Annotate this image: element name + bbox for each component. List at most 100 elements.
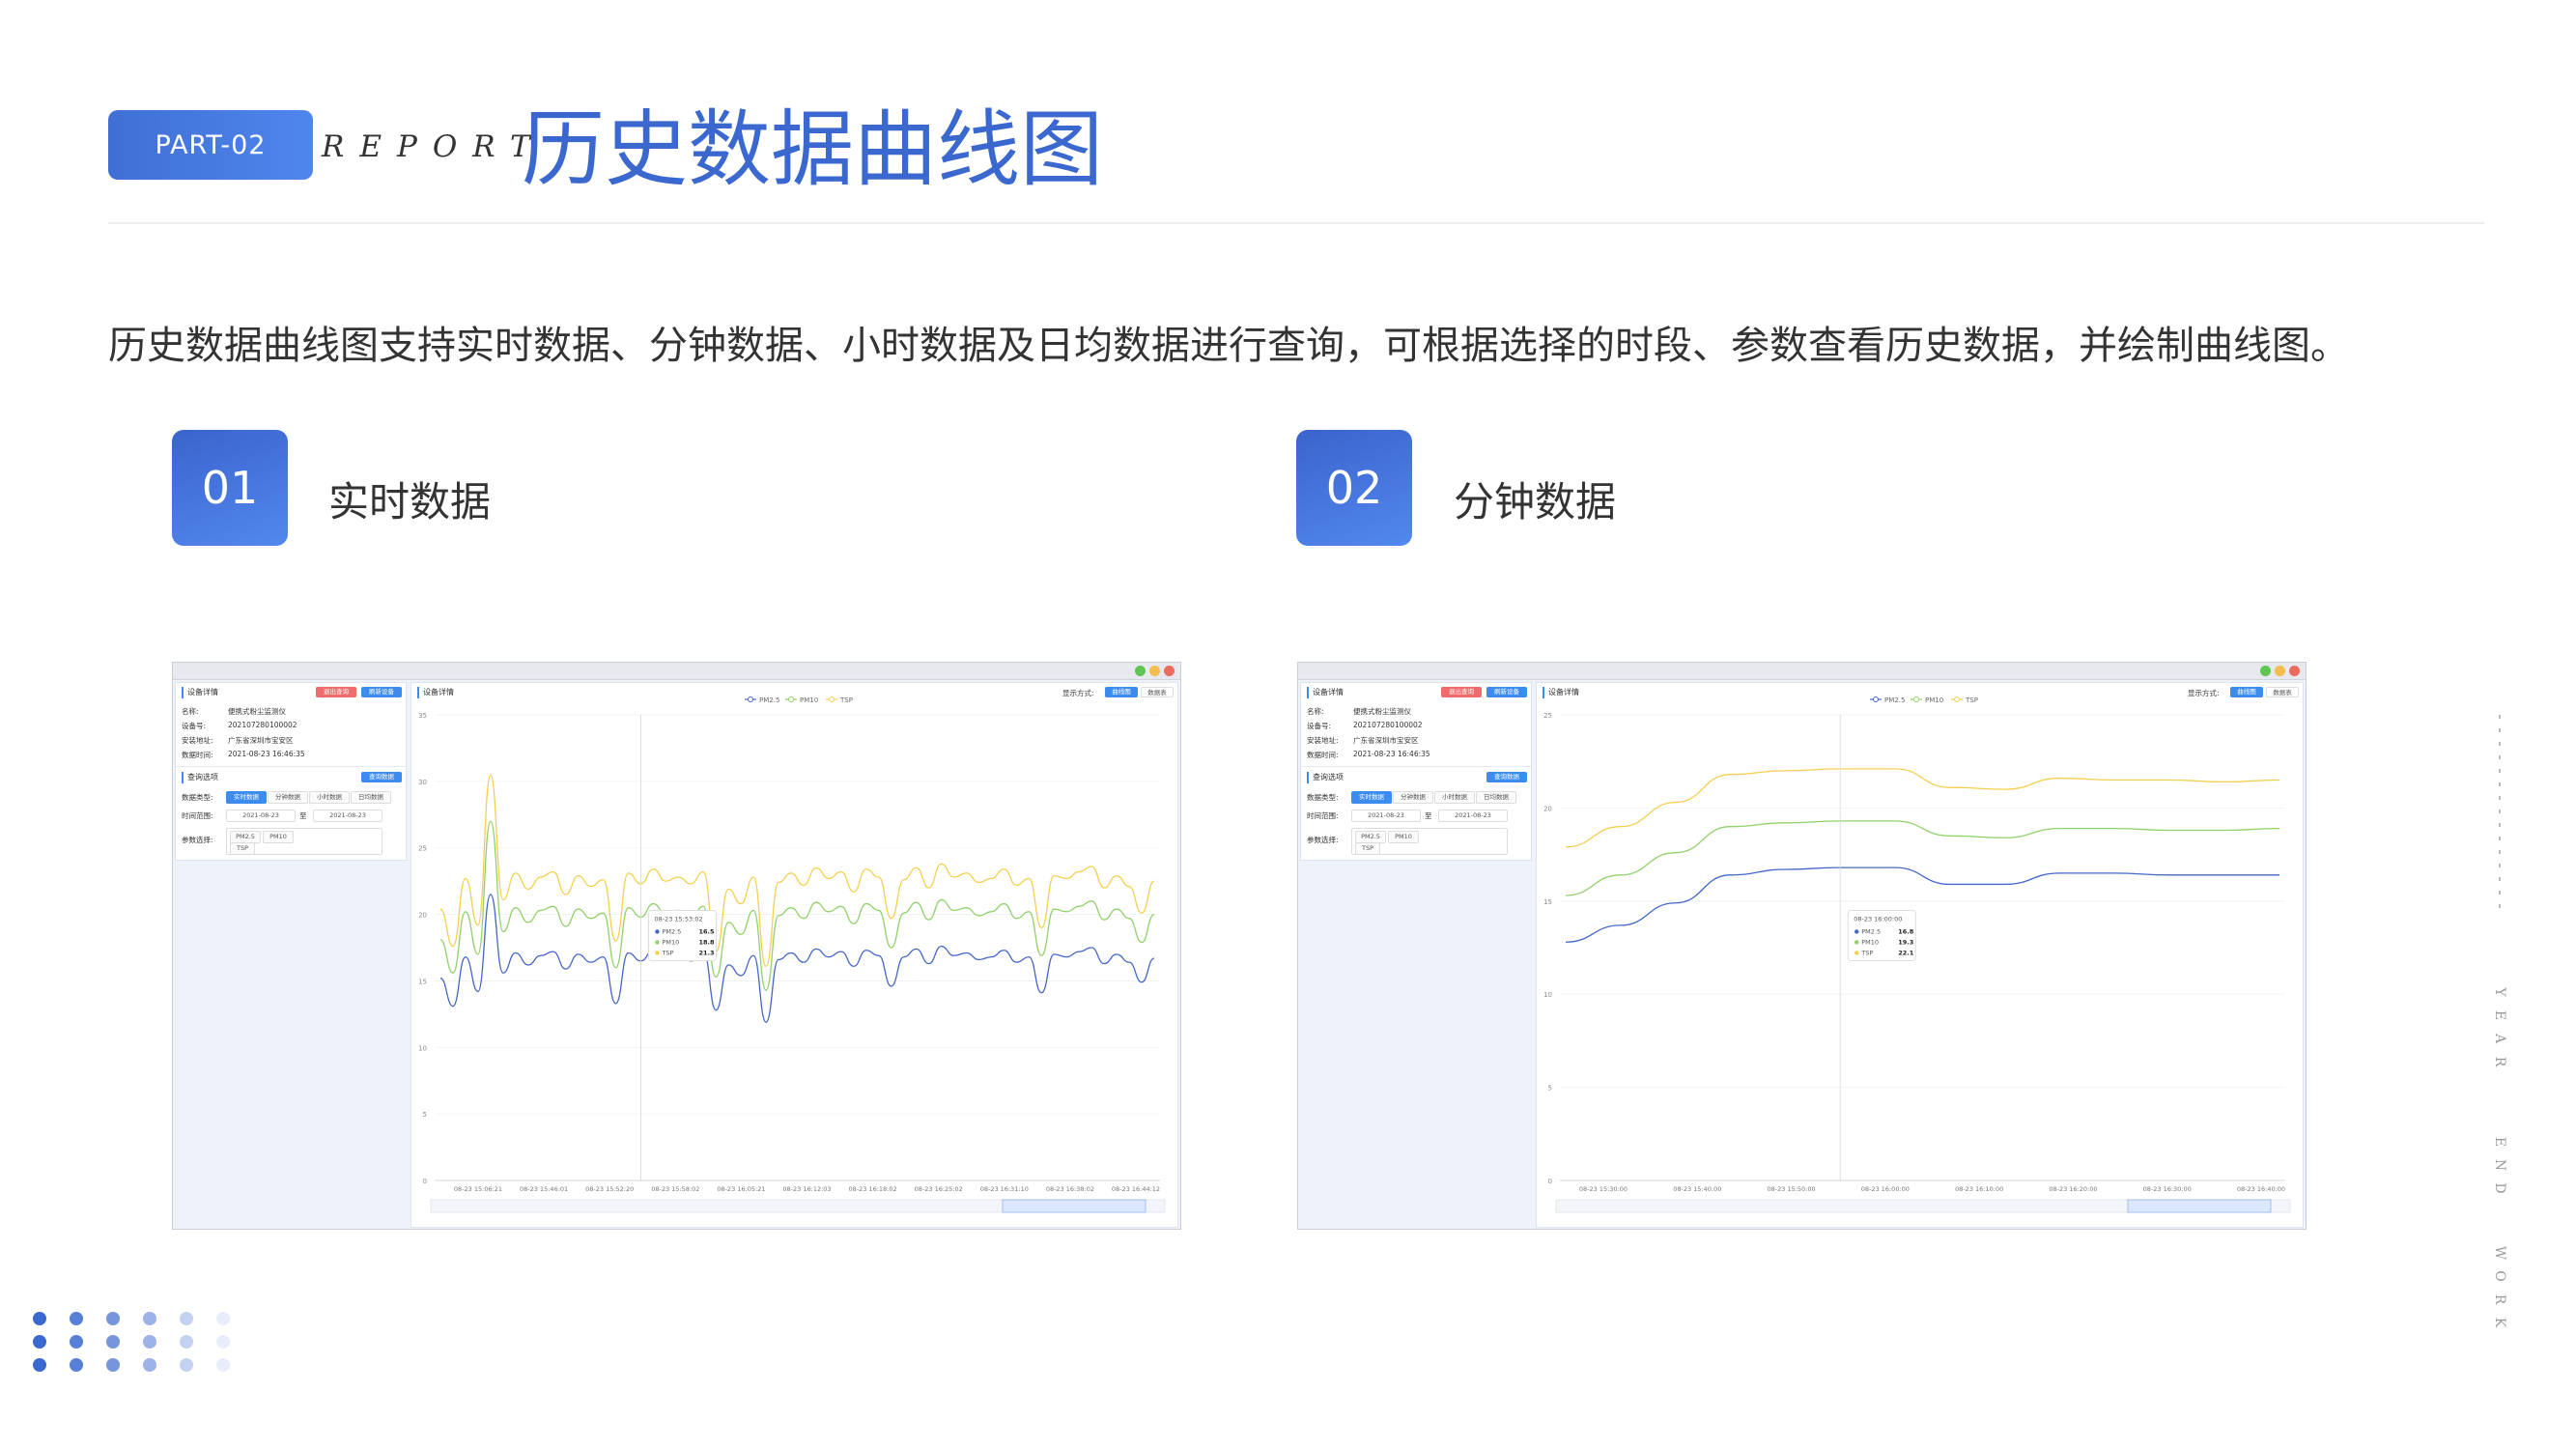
y-tick-label-1: 5 (1548, 1085, 1552, 1093)
date-from-input[interactable]: 2021-08-23 (226, 810, 296, 822)
section-number-2: 02 (1296, 430, 1412, 546)
decorative-dot (143, 1312, 156, 1325)
window-close-button[interactable] (1164, 666, 1175, 676)
data-type-minute[interactable]: 分钟数据 (268, 791, 308, 804)
data-type-label: 数据类型: (1307, 793, 1339, 802)
tooltip-marker-2 (655, 951, 660, 955)
window-maximize-button[interactable] (1135, 666, 1146, 676)
decorative-dot (70, 1358, 83, 1372)
x-tick-label-2: 08-23 15:50:00 (1767, 1185, 1815, 1193)
legend-marker-1 (788, 696, 794, 702)
legend-marker-2 (829, 696, 835, 702)
x-tick-label-9: 08-23 16:38:02 (1046, 1185, 1094, 1193)
header-divider (108, 222, 2484, 224)
tooltip-value-2: 21.3 (698, 949, 714, 956)
device-panel: 设备详情 退出查询 刷新设备 名称: 便携式粉尘监测仪 设备号: 202107280… (1300, 682, 1532, 861)
x-tick-label-4: 08-23 16:05:21 (717, 1185, 765, 1193)
chart-tooltip: 08-23 16:00:00 PM2.5 16.8 PM10 19.3 TSP 22.1 (1847, 909, 1916, 961)
line-chart-2: PM2.5 PM10 TSP 0 5 10 15 20 25 08-23 15:30:00 08-2… (1543, 696, 2291, 1213)
tooltip-marker-1 (655, 940, 660, 945)
field-name: 名称: 便携式粉尘监测仪 (182, 707, 286, 716)
window-close-button[interactable] (2289, 666, 2300, 676)
decorative-dot (106, 1358, 120, 1372)
y-tick-label-4: 20 (418, 912, 427, 920)
data-type-realtime[interactable]: 实时数据 (1351, 791, 1392, 804)
legend-marker-1 (1913, 696, 1919, 702)
date-to-input[interactable]: 2021-08-23 (1438, 810, 1508, 822)
decorative-dot (180, 1358, 193, 1372)
tooltip-name-1: PM10 (662, 938, 679, 946)
chart-panel: 设备详情 显示方式: 曲线图 数据表 PM2.5 PM10 TSP 0 5 10 15 20 2… (1536, 682, 2304, 1228)
part-badge: PART-02 (108, 110, 313, 180)
y-tick-label-1: 5 (423, 1111, 427, 1119)
series-line-0 (1565, 867, 2279, 943)
refresh-device-button[interactable]: 刷新设备 (1486, 687, 1527, 697)
datazoom-window (2127, 1199, 2272, 1213)
side-text-end: END (2492, 1136, 2507, 1194)
param-chip-tsp[interactable]: TSP (230, 842, 255, 855)
param-select[interactable]: PM2.5 PM10 TSP (226, 828, 382, 855)
series-line-1 (1565, 820, 2280, 896)
x-tick-label-3: 08-23 15:58:02 (651, 1185, 699, 1193)
data-type-hour[interactable]: 小时数据 (309, 791, 350, 804)
app-screenshot-1: 设备详情 退出查询 刷新设备 名称: 便携式粉尘监测仪 设备号: 202107280… (172, 662, 1181, 1230)
param-chip-tsp[interactable]: TSP (1355, 842, 1380, 855)
y-tick-label-5: 25 (418, 845, 427, 853)
decorative-dot (216, 1335, 230, 1349)
data-type-minute[interactable]: 分钟数据 (1393, 791, 1433, 804)
data-type-daily[interactable]: 日均数据 (1476, 791, 1516, 804)
exit-query-button[interactable]: 退出查询 (1441, 687, 1482, 697)
side-text-work: WORK (2492, 1245, 2507, 1328)
page-title: 历史数据曲线图 (522, 101, 1103, 198)
data-type-daily[interactable]: 日均数据 (351, 791, 391, 804)
x-tick-label-5: 08-23 16:12:03 (782, 1185, 831, 1193)
tooltip-name-2: TSP (661, 949, 673, 956)
time-range-label: 时间范围: (1307, 811, 1339, 820)
date-to-input[interactable]: 2021-08-23 (313, 810, 382, 822)
chart-tooltip: 08-23 15:53:02 PM2.5 16.5 PM10 18.8 TSP 21.3 (647, 909, 717, 961)
tooltip-name-1: PM10 (1861, 938, 1879, 946)
decorative-dot (216, 1312, 230, 1325)
query-data-button[interactable]: 查询数据 (361, 772, 402, 782)
decorative-dot (216, 1358, 230, 1372)
query-data-button[interactable]: 查询数据 (1486, 772, 1527, 782)
exit-query-button[interactable]: 退出查询 (316, 687, 356, 697)
param-select[interactable]: PM2.5 PM10 TSP (1351, 828, 1508, 855)
param-chip-pm10[interactable]: PM10 (263, 831, 294, 843)
refresh-device-button[interactable]: 刷新设备 (361, 687, 402, 697)
section-number-1: 01 (172, 430, 288, 546)
tooltip-marker-2 (1854, 951, 1859, 955)
tooltip-marker-0 (655, 929, 660, 934)
decorative-dot (70, 1312, 83, 1325)
page-description: 历史数据曲线图支持实时数据、分钟数据、小时数据及日均数据进行查询，可根据选择的时… (108, 324, 2349, 368)
x-tick-label-1: 08-23 15:40:00 (1673, 1185, 1721, 1193)
param-chip-pm10[interactable]: PM10 (1388, 831, 1419, 843)
decorative-dot (180, 1312, 193, 1325)
date-separator: 至 (299, 811, 307, 820)
tooltip-marker-1 (1854, 940, 1859, 945)
tooltip-value-2: 22.1 (1898, 949, 1914, 956)
window-minimize-button[interactable] (1149, 666, 1160, 676)
decorative-dot (106, 1335, 120, 1349)
data-type-label: 数据类型: (182, 793, 213, 802)
query-panel-title: 查询选项 (182, 772, 218, 783)
window-minimize-button[interactable] (2275, 666, 2285, 676)
data-type-hour[interactable]: 小时数据 (1434, 791, 1475, 804)
decorative-dot (33, 1312, 46, 1325)
tooltip-time: 08-23 15:53:02 (654, 915, 702, 923)
tooltip-value-1: 19.3 (1898, 938, 1913, 946)
field-name: 名称: 便携式粉尘监测仪 (1307, 707, 1411, 716)
device-panel-title: 设备详情 (1307, 687, 1344, 698)
decorative-dot (143, 1335, 156, 1349)
device-panel-title: 设备详情 (182, 687, 218, 698)
y-tick-label-3: 15 (1543, 898, 1552, 906)
window-maximize-button[interactable] (2260, 666, 2271, 676)
legend-label-0: PM2.5 (759, 696, 779, 704)
x-tick-label-7: 08-23 16:25:02 (915, 1185, 963, 1193)
y-tick-label-7: 35 (418, 712, 427, 720)
decorative-dot (106, 1312, 120, 1325)
date-from-input[interactable]: 2021-08-23 (1351, 810, 1421, 822)
y-tick-label-4: 20 (1543, 805, 1552, 812)
data-type-realtime[interactable]: 实时数据 (226, 791, 267, 804)
x-tick-label-10: 08-23 16:44:12 (1112, 1185, 1160, 1193)
